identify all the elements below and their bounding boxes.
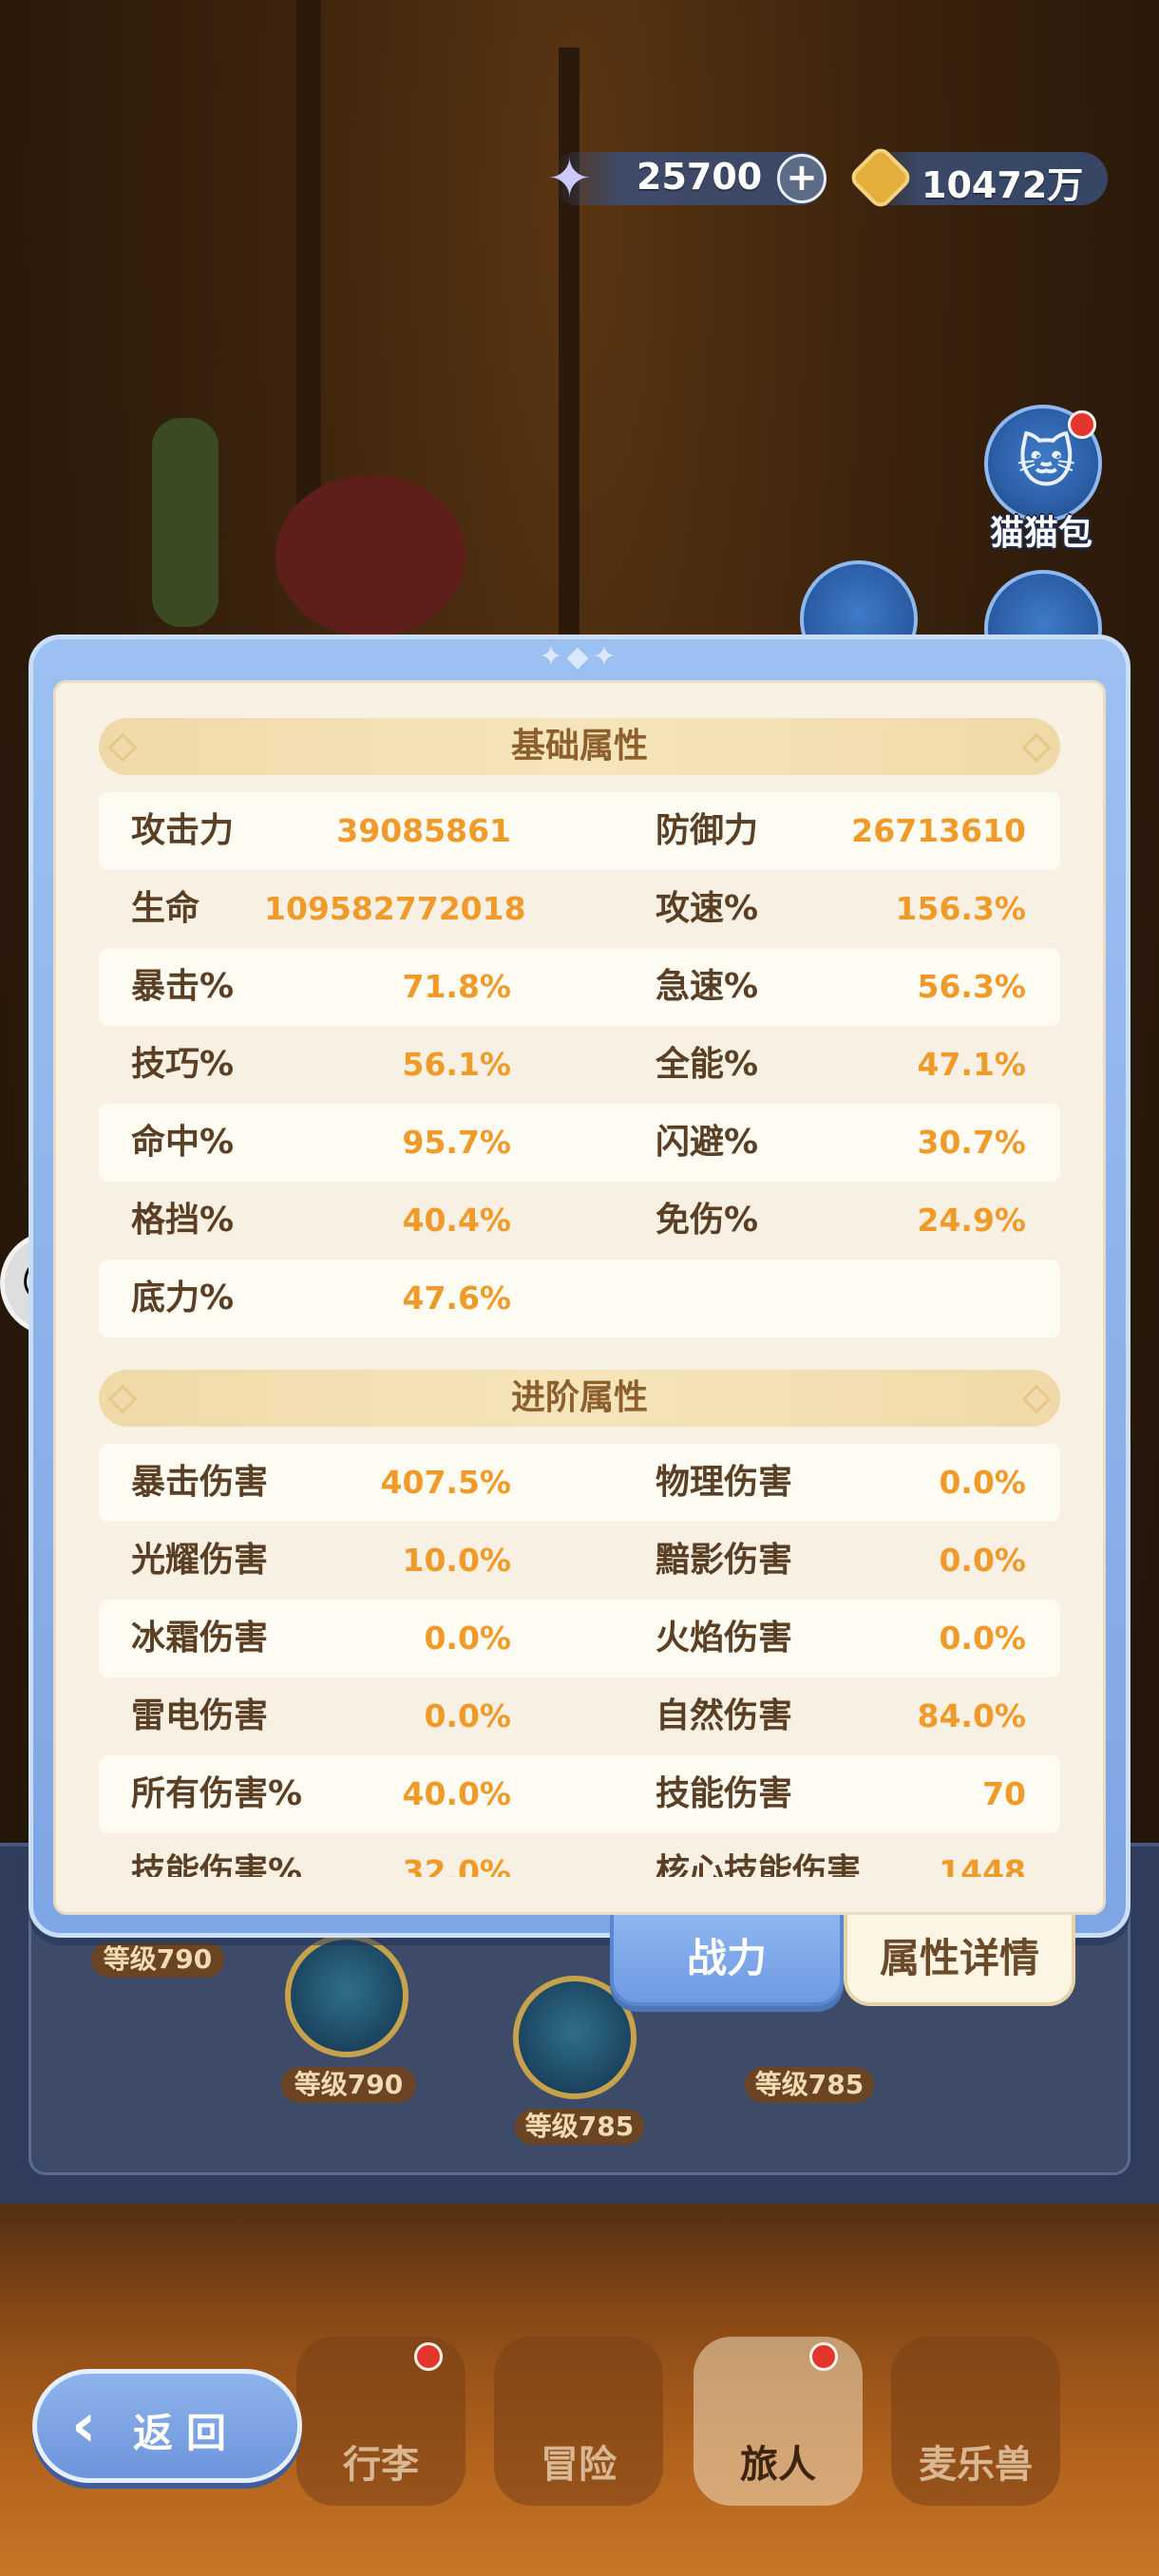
attr-name: 命中% xyxy=(131,1123,235,1162)
notification-dot xyxy=(1068,410,1096,439)
attr-name: 暴击% xyxy=(131,967,235,1006)
attr-value: 84.0% xyxy=(917,1697,1027,1734)
attr-value: 56.3% xyxy=(917,968,1027,1005)
diamond-icon xyxy=(1021,732,1052,763)
attr-name: 急速% xyxy=(656,967,759,1006)
attr-value: 47.1% xyxy=(917,1046,1027,1083)
basic-row: 攻击力 39085861 防御力 26713610 xyxy=(99,792,1060,870)
attr-value: 95.7% xyxy=(402,1124,512,1161)
coin-value: 10472万 xyxy=(922,164,1084,206)
star-value: 25700 xyxy=(636,156,763,198)
advanced-attributes-title: 进阶属性 xyxy=(510,1378,648,1417)
basic-row: 底力% 47.6% xyxy=(99,1260,1060,1337)
level-tag: 等级790 xyxy=(91,1941,224,1978)
level-tag: 等级785 xyxy=(745,2067,874,2103)
back-arrow-icon: ‹ xyxy=(71,2391,97,2461)
hero-slot[interactable] xyxy=(285,1934,408,2057)
nav-label-pet: 麦乐兽 xyxy=(919,2443,1033,2487)
attr-name: 技能伤害 xyxy=(656,1774,793,1813)
attr-name: 格挡% xyxy=(131,1201,235,1240)
tab-power[interactable]: 战力 xyxy=(610,1915,844,2006)
diamond-icon xyxy=(107,732,138,763)
back-label: 返回 xyxy=(133,2410,240,2456)
advanced-attributes-header: 进阶属性 xyxy=(99,1370,1060,1427)
advanced-row: 雷电伤害 0.0% 自然伤害 84.0% xyxy=(99,1677,1060,1755)
attr-name: 技巧% xyxy=(131,1045,235,1084)
add-star-button[interactable]: + xyxy=(777,154,826,203)
attr-name: 闪避% xyxy=(656,1123,759,1162)
attr-value: 40.4% xyxy=(402,1202,512,1239)
attr-value: 47.6% xyxy=(402,1279,512,1316)
notification-dot xyxy=(809,2342,838,2371)
basic-row: 生命 109582772018 攻速% 156.3% xyxy=(99,870,1060,948)
attributes-scroll-area[interactable]: 基础属性 攻击力 39085861 防御力 26713610 生命 109582… xyxy=(99,718,1060,1877)
attr-name: 免伤% xyxy=(656,1201,759,1240)
attr-value: 407.5% xyxy=(380,1464,511,1501)
diamond-icon xyxy=(107,1384,138,1414)
coin-icon xyxy=(846,143,915,212)
attr-name: 暴击伤害 xyxy=(131,1463,269,1502)
attr-value: 32.0% xyxy=(402,1853,512,1877)
attr-value: 109582772018 xyxy=(264,890,526,927)
panel-ornament-icon: ✦◆✦ xyxy=(539,640,620,673)
scene-cactus xyxy=(152,418,218,627)
attr-value: 0.0% xyxy=(424,1619,511,1657)
notification-dot xyxy=(414,2342,443,2371)
basic-row: 暴击% 71.8% 急速% 56.3% xyxy=(99,948,1060,1026)
attr-name: 自然伤害 xyxy=(656,1696,793,1735)
attr-name: 攻击力 xyxy=(131,811,235,850)
attr-value: 0.0% xyxy=(939,1542,1026,1579)
attr-value: 39085861 xyxy=(336,812,511,849)
attr-value: 56.1% xyxy=(402,1046,512,1083)
attr-value: 70 xyxy=(982,1775,1026,1812)
attr-value: 10.0% xyxy=(402,1542,512,1579)
attr-name: 雷电伤害 xyxy=(131,1696,269,1735)
basic-row: 技巧% 56.1% 全能% 47.1% xyxy=(99,1026,1060,1104)
attr-value: 0.0% xyxy=(939,1464,1026,1501)
attr-value: 30.7% xyxy=(917,1124,1027,1161)
cat-bag-label: 猫猫包 xyxy=(990,514,1093,553)
attr-name: 全能% xyxy=(656,1045,759,1084)
scene-pole xyxy=(559,47,580,636)
tab-attribute-details[interactable]: 属性详情 xyxy=(844,1915,1075,2006)
advanced-row: 冰霜伤害 0.0% 火焰伤害 0.0% xyxy=(99,1600,1060,1677)
attr-value xyxy=(779,1260,1026,1337)
attr-name: 生命 xyxy=(131,889,200,928)
nav-label-adventure: 冒险 xyxy=(541,2443,617,2487)
attr-name: 物理伤害 xyxy=(656,1463,793,1502)
attr-value: 71.8% xyxy=(402,968,512,1005)
attr-name: 防御力 xyxy=(656,811,759,850)
scene-creature xyxy=(276,475,466,636)
attr-name: 火焰伤害 xyxy=(656,1619,793,1657)
nav-label-traveler: 旅人 xyxy=(740,2443,816,2487)
attr-name: 底力% xyxy=(131,1279,235,1317)
attr-value: 26713610 xyxy=(851,812,1026,849)
basic-row: 格挡% 40.4% 免伤% 24.9% xyxy=(99,1182,1060,1260)
advanced-row: 所有伤害% 40.0% 技能伤害 70 xyxy=(99,1755,1060,1833)
attr-value: 156.3% xyxy=(895,890,1026,927)
diamond-icon xyxy=(1021,1384,1052,1414)
cat-bag-icon: 🐱 xyxy=(1016,429,1076,496)
attr-value: 24.9% xyxy=(917,1202,1027,1239)
basic-row: 命中% 95.7% 闪避% 30.7% xyxy=(99,1104,1060,1182)
level-tag: 等级790 xyxy=(281,2067,416,2103)
attr-name: 黯影伤害 xyxy=(656,1541,793,1580)
basic-attributes-title: 基础属性 xyxy=(510,727,648,766)
attr-name: 攻速% xyxy=(656,889,759,928)
star-icon: ✦ xyxy=(547,148,592,210)
coin-currency: 10472万 xyxy=(846,143,1108,212)
attr-name: 光耀伤害 xyxy=(131,1541,269,1580)
attr-value: 1448 xyxy=(939,1853,1026,1877)
attr-name: 冰霜伤害 xyxy=(131,1619,269,1657)
attr-value: 40.0% xyxy=(402,1775,512,1812)
advanced-row: 光耀伤害 10.0% 黯影伤害 0.0% xyxy=(99,1522,1060,1600)
advanced-row: 技能伤害% 32.0% 核心技能伤害 1448 xyxy=(99,1833,1060,1877)
level-tag: 等级785 xyxy=(515,2109,644,2145)
nav-label-luggage: 行李 xyxy=(343,2443,419,2487)
basic-attributes-header: 基础属性 xyxy=(99,718,1060,775)
attr-value: 0.0% xyxy=(939,1619,1026,1657)
attr-value: 0.0% xyxy=(424,1697,511,1734)
advanced-row: 暴击伤害 407.5% 物理伤害 0.0% xyxy=(99,1444,1060,1522)
